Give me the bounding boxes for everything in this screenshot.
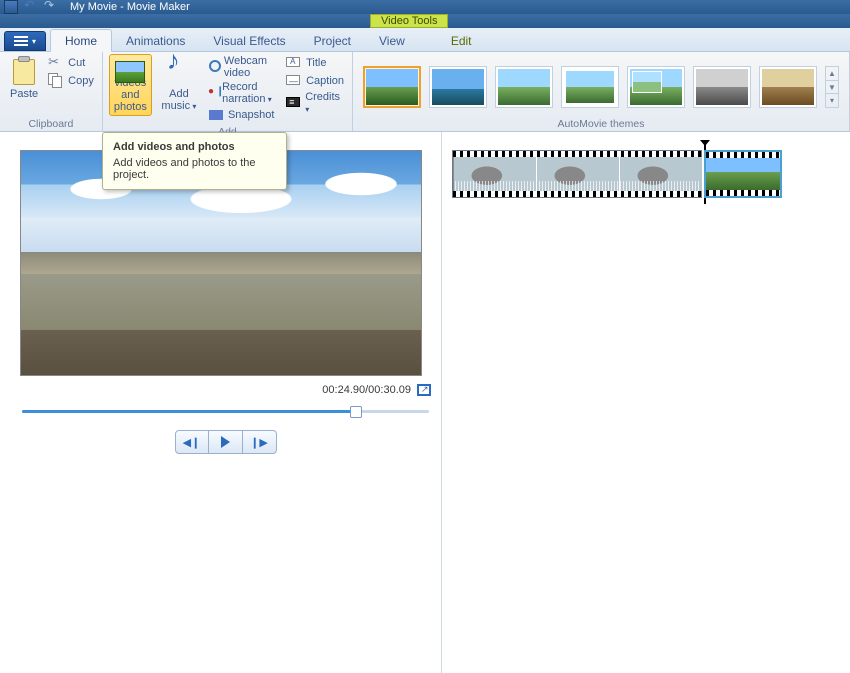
record-narration-button[interactable]: Record narration (206, 80, 280, 106)
prev-frame-button[interactable]: ◀❙ (175, 430, 209, 454)
add-music-label: Add music (160, 88, 198, 113)
gallery-more-icon[interactable]: ▾ (826, 94, 838, 107)
webcam-video-button[interactable]: Webcam video (206, 54, 280, 80)
window-title: My Movie - Movie Maker (70, 1, 190, 13)
timeline-clip-video[interactable] (452, 150, 702, 198)
copy-icon (48, 73, 64, 89)
tooltip-title: Add videos and photos (113, 141, 276, 153)
paste-button[interactable]: Paste (6, 54, 42, 116)
playback-controls: ◀❙ ❙▶ (20, 430, 431, 454)
redo-icon[interactable] (44, 0, 58, 14)
theme-7[interactable] (759, 66, 817, 108)
ribbon: Paste Cut Copy Clipboard Add vide (0, 52, 850, 132)
music-note-icon (165, 58, 193, 86)
gallery-down-icon[interactable]: ▼ (826, 81, 838, 95)
add-music-button[interactable]: Add music (156, 54, 202, 116)
ribbon-tabs: Home Animations Visual Effects Project V… (0, 28, 850, 52)
play-icon (221, 436, 230, 448)
seek-bar[interactable] (22, 406, 429, 416)
snapshot-icon (208, 107, 224, 123)
copy-button[interactable]: Copy (46, 72, 96, 90)
add-videos-photos-icon (116, 59, 144, 63)
record-icon (208, 85, 218, 101)
credits-button[interactable]: Credits (284, 90, 346, 116)
copy-label: Copy (68, 75, 94, 87)
snapshot-label: Snapshot (228, 109, 274, 121)
tab-animations[interactable]: Animations (112, 30, 199, 51)
webcam-icon (208, 59, 220, 75)
group-clipboard: Paste Cut Copy Clipboard (0, 52, 103, 131)
webcam-video-label: Webcam video (224, 55, 278, 79)
preview-pane: Add videos and photos Add videos and pho… (0, 132, 442, 673)
theme-6[interactable] (693, 66, 751, 108)
tooltip-body: Add videos and photos to the project. (113, 157, 276, 181)
cut-button[interactable]: Cut (46, 54, 96, 72)
fullscreen-icon[interactable] (417, 384, 431, 396)
caption-label: Caption (306, 75, 344, 87)
record-narration-label: Record narration (222, 81, 278, 105)
tab-view[interactable]: View (365, 30, 419, 51)
paste-icon (10, 58, 38, 86)
seek-thumb[interactable] (350, 406, 362, 418)
timeline-pane[interactable] (442, 132, 850, 673)
gallery-up-icon[interactable]: ▲ (826, 67, 838, 81)
video-tools-context[interactable]: Video Tools (370, 14, 448, 28)
credits-label: Credits (305, 91, 344, 115)
tab-edit[interactable]: Edit (437, 30, 486, 51)
credits-icon (286, 95, 301, 111)
theme-5[interactable] (627, 66, 685, 108)
timeline-strip[interactable] (452, 150, 840, 198)
title-bar: My Movie - Movie Maker (0, 0, 850, 14)
save-icon[interactable] (4, 0, 18, 14)
gallery-scroll[interactable]: ▲ ▼ ▾ (825, 66, 839, 108)
theme-2[interactable] (429, 66, 487, 108)
title-button[interactable]: Title (284, 54, 346, 72)
contextual-tab-strip: Video Tools (0, 14, 850, 28)
cut-icon (48, 55, 64, 71)
automovie-group-label: AutoMovie themes (359, 116, 843, 131)
clipboard-group-label: Clipboard (6, 116, 96, 131)
theme-default[interactable] (363, 66, 421, 108)
tab-visual-effects[interactable]: Visual Effects (199, 30, 299, 51)
undo-icon[interactable] (24, 0, 38, 14)
time-display: 00:24.90/00:30.09 (322, 384, 411, 396)
title-icon (286, 55, 302, 71)
caption-button[interactable]: Caption (284, 72, 346, 90)
theme-3[interactable] (495, 66, 553, 108)
paste-label: Paste (10, 88, 38, 100)
next-frame-button[interactable]: ❙▶ (243, 430, 277, 454)
tab-home[interactable]: Home (50, 29, 112, 52)
group-automovie-themes: ▲ ▼ ▾ AutoMovie themes (353, 52, 850, 131)
quick-access-toolbar (4, 0, 58, 14)
timeline-clip-photo[interactable] (704, 150, 782, 198)
caption-icon (286, 73, 302, 89)
tab-project[interactable]: Project (300, 30, 365, 51)
app-menu-button[interactable] (4, 31, 46, 51)
snapshot-button[interactable]: Snapshot (206, 106, 280, 124)
cut-label: Cut (68, 57, 85, 69)
play-button[interactable] (209, 430, 243, 454)
add-videos-photos-button[interactable]: Add videos and photos (109, 54, 152, 116)
group-add: Add videos and photos Add music Webcam v… (103, 52, 353, 131)
tooltip: Add videos and photos Add videos and pho… (102, 132, 287, 190)
theme-4[interactable] (561, 66, 619, 108)
content-area: Add videos and photos Add videos and pho… (0, 132, 850, 673)
title-label: Title (306, 57, 326, 69)
